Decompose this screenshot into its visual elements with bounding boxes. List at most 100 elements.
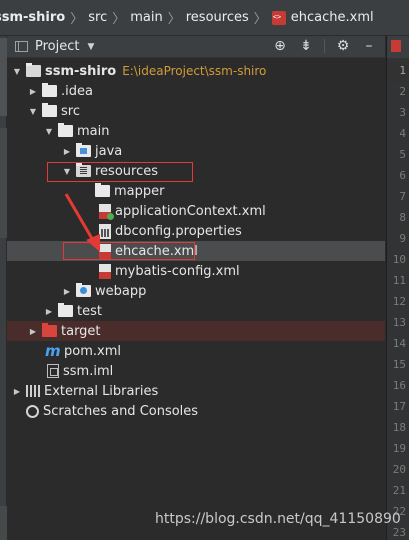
project-view-selector[interactable]: Project ▼ xyxy=(15,39,94,54)
breadcrumb-project[interactable]: ssm-shiro xyxy=(0,10,65,25)
tree-item-resources[interactable]: ▼ resources xyxy=(7,161,385,181)
collapse-all-icon[interactable]: ⇟ xyxy=(298,38,314,54)
tree-label: ssm-shiro xyxy=(45,63,117,79)
toolbar-divider xyxy=(324,39,325,53)
tree-item-ehcache[interactable]: ehcache.xml xyxy=(7,241,385,261)
folder-icon xyxy=(95,183,110,197)
line-number: 6 xyxy=(399,169,406,182)
resources-folder-icon xyxy=(76,163,91,177)
tree-item-mybatis-config[interactable]: mybatis-config.xml xyxy=(7,261,385,281)
xml-file-icon xyxy=(271,10,286,25)
tree-item-dbconfig[interactable]: dbconfig.properties xyxy=(7,221,385,241)
excluded-folder-icon xyxy=(42,323,57,337)
tree-label: main xyxy=(77,123,110,139)
tree-item-webapp[interactable]: ▶ webapp xyxy=(7,281,385,301)
locate-icon[interactable]: ⊕ xyxy=(272,38,288,54)
line-number: 1 xyxy=(399,64,406,77)
properties-file-icon xyxy=(99,223,111,239)
breadcrumb: ssm-shiro 〉 src 〉 main 〉 resources 〉 ehc… xyxy=(0,0,409,36)
tree-item-iml[interactable]: ssm.iml xyxy=(7,361,385,381)
line-number: 8 xyxy=(399,211,406,224)
tree-label: .idea xyxy=(61,83,93,99)
collapsed-arrow-icon: ▶ xyxy=(29,86,37,96)
project-panel-header: Project ▼ ⊕ ⇟ ⚙ – xyxy=(7,36,385,58)
expanded-arrow-icon: ▼ xyxy=(63,166,71,176)
minimize-icon[interactable]: – xyxy=(361,38,377,54)
tree-label: applicationContext.xml xyxy=(115,203,266,219)
line-number: 2 xyxy=(399,85,406,98)
line-number: 5 xyxy=(399,148,406,161)
xml-file-icon xyxy=(99,243,111,259)
tree-item-scratches[interactable]: Scratches and Consoles xyxy=(7,401,385,421)
line-number: 18 xyxy=(392,421,406,434)
chevron-right-icon: 〉 xyxy=(112,12,126,27)
editor-tab[interactable] xyxy=(387,36,409,58)
tree-label: src xyxy=(61,103,80,119)
breadcrumb-resources[interactable]: resources xyxy=(186,10,249,25)
tree-label: pom.xml xyxy=(64,343,121,359)
line-number: 19 xyxy=(392,442,406,455)
collapsed-arrow-icon: ▶ xyxy=(29,326,37,336)
line-number: 10 xyxy=(392,253,406,266)
collapsed-arrow-icon: ▶ xyxy=(63,286,71,296)
breadcrumb-file[interactable]: ehcache.xml xyxy=(271,10,374,25)
tree-item-pom[interactable]: m pom.xml xyxy=(7,341,385,361)
tree-item-java[interactable]: ▶ java xyxy=(7,141,385,161)
editor-gutter: 1 2 3 4 5 6 7 8 9 10 11 12 13 14 15 16 1… xyxy=(386,36,409,540)
tree-label: Scratches and Consoles xyxy=(43,403,199,419)
gear-icon[interactable]: ⚙ xyxy=(335,38,351,54)
tree-item-target[interactable]: ▶ target xyxy=(7,321,385,341)
line-number: 20 xyxy=(392,463,406,476)
tree-label: External Libraries xyxy=(44,383,159,399)
tree-item-mapper[interactable]: mapper xyxy=(7,181,385,201)
breadcrumb-src[interactable]: src xyxy=(88,10,107,25)
folder-icon xyxy=(58,123,73,137)
maven-icon: m xyxy=(45,342,61,360)
line-number: 21 xyxy=(392,484,406,497)
line-number: 14 xyxy=(392,337,406,350)
xml-file-icon xyxy=(99,263,111,279)
source-folder-icon xyxy=(76,143,91,157)
tree-item-root[interactable]: ▼ ssm-shiro E:\ideaProject\ssm-shiro xyxy=(7,61,385,81)
project-tool-tab[interactable] xyxy=(0,38,7,116)
watermark: https://blog.csdn.net/qq_41150890 xyxy=(155,511,401,527)
tree-label: java xyxy=(95,143,123,159)
line-number: 9 xyxy=(399,232,406,245)
tree-label: ehcache.xml xyxy=(115,243,198,259)
expanded-arrow-icon: ▼ xyxy=(45,126,53,136)
expanded-arrow-icon: ▼ xyxy=(29,106,37,116)
line-number: 17 xyxy=(392,400,406,413)
line-number: 3 xyxy=(399,106,406,119)
expanded-arrow-icon: ▼ xyxy=(13,66,21,76)
tree-item-test[interactable]: ▶ test xyxy=(7,301,385,321)
line-number: 23 xyxy=(392,526,406,539)
xml-file-icon xyxy=(99,203,114,220)
tree-item-src[interactable]: ▼ src xyxy=(7,101,385,121)
module-folder-icon xyxy=(26,63,41,77)
line-number: 12 xyxy=(392,295,406,308)
xml-file-icon xyxy=(391,40,401,52)
tree-label: resources xyxy=(95,163,159,179)
tree-label: dbconfig.properties xyxy=(115,223,242,239)
tree-label: mybatis-config.xml xyxy=(115,263,240,279)
line-number: 11 xyxy=(392,274,406,287)
project-icon xyxy=(15,41,28,52)
collapsed-arrow-icon: ▶ xyxy=(45,306,53,316)
breadcrumb-main[interactable]: main xyxy=(130,10,162,25)
panel-toolbar: ⊕ ⇟ ⚙ – xyxy=(272,38,377,54)
tree-item-external-libraries[interactable]: ▶ External Libraries xyxy=(7,381,385,401)
collapsed-arrow-icon: ▶ xyxy=(13,386,21,396)
folder-icon xyxy=(42,103,57,117)
tree-label: webapp xyxy=(95,283,147,299)
tree-item-idea[interactable]: ▶ .idea xyxy=(7,81,385,101)
structure-tool-tab[interactable] xyxy=(0,128,7,238)
project-path: E:\ideaProject\ssm-shiro xyxy=(122,64,267,78)
tree-item-applicationcontext[interactable]: applicationContext.xml xyxy=(7,201,385,221)
line-number: 4 xyxy=(399,127,406,140)
project-tree: ▼ ssm-shiro E:\ideaProject\ssm-shiro ▶ .… xyxy=(7,59,385,540)
breadcrumb-file-label: ehcache.xml xyxy=(290,10,374,25)
tree-item-main[interactable]: ▼ main xyxy=(7,121,385,141)
line-number: 16 xyxy=(392,379,406,392)
favorites-tool-tab[interactable] xyxy=(0,506,7,540)
line-number: 7 xyxy=(399,190,406,203)
